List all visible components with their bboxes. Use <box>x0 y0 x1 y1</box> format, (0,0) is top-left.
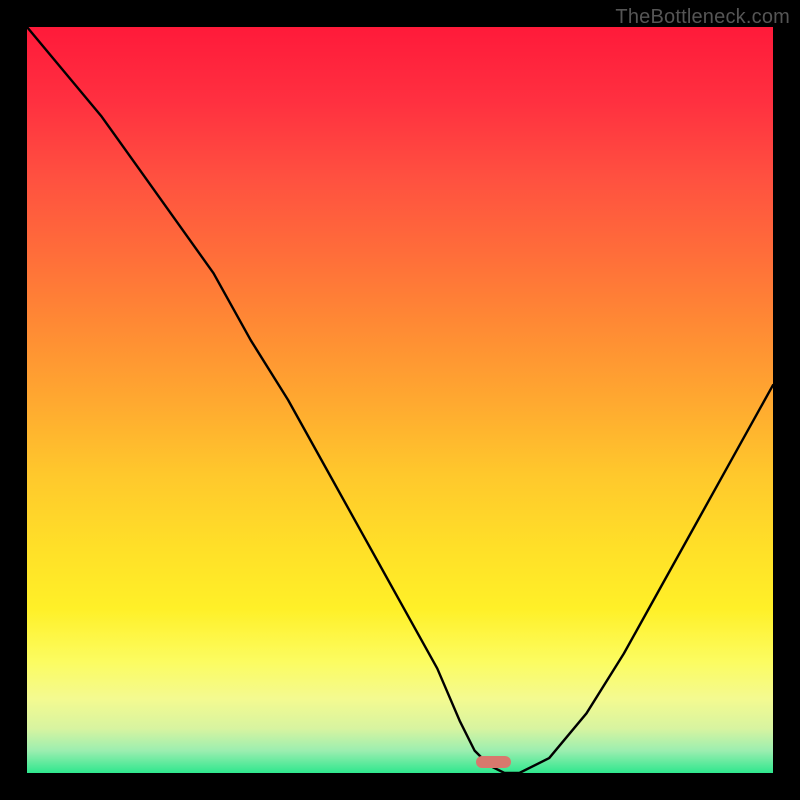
chart-svg <box>27 27 773 773</box>
optimal-point-marker <box>476 756 511 768</box>
gradient-background <box>27 27 773 773</box>
chart-frame: TheBottleneck.com <box>0 0 800 800</box>
watermark-text: TheBottleneck.com <box>615 6 790 29</box>
plot-area <box>27 27 773 773</box>
